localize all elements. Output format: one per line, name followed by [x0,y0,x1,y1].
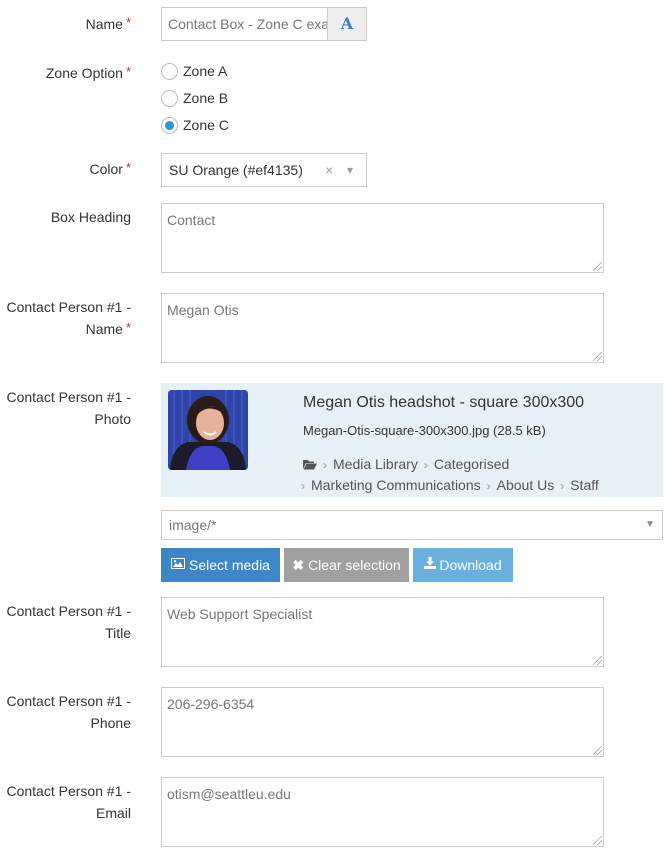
color-selected-value: SU Orange (#ef4135) [169,162,303,178]
font-style-icon[interactable]: A [327,7,367,41]
contact-name-value: Megan Otis [167,302,239,318]
media-file-info: Megan-Otis-square-300x300.jpg (28.5 kB) [303,423,546,438]
breadcrumb-separator: › [486,479,491,493]
breadcrumb-separator: › [423,458,428,472]
resize-handle[interactable] [593,836,602,845]
contact-title-label: Contact Person #1 - Title [6,600,131,644]
required-mark: * [125,15,131,30]
label-line-2: Photo [94,411,131,427]
breadcrumb-item[interactable]: Marketing Communications [311,477,481,493]
radio-button[interactable] [161,89,178,107]
color-label: Color * [89,158,131,181]
color-label-text: Color [89,161,123,177]
label-line-1: Contact Person #1 - [6,693,131,709]
breadcrumb-item[interactable]: Staff [570,477,599,493]
breadcrumb-separator: › [301,479,305,493]
contact-photo-label: Contact Person #1 - Photo [6,386,131,430]
contact-phone-textarea[interactable]: 206-296-6354 [161,687,604,757]
label-line-2: Title [105,625,131,641]
download-button[interactable]: Download [413,548,513,582]
label-line-2: Name [85,321,123,337]
radio-zone-a[interactable]: Zone A [161,61,227,81]
breadcrumb-separator: › [323,458,327,472]
media-breadcrumb-line-2: › Marketing Communications › About Us › Staff [301,477,599,493]
clear-selection-button[interactable]: ✖ Clear selection [284,548,409,582]
media-thumbnail[interactable] [168,390,248,470]
contact-title-textarea[interactable]: Web Support Specialist [161,597,604,667]
contact-email-value: otism@seattleu.edu [167,786,291,802]
resize-handle[interactable] [593,352,602,361]
contact-phone-label: Contact Person #1 - Phone [6,690,131,734]
times-icon: ✖ [292,557,305,573]
breadcrumb-item[interactable]: Categorised [434,456,510,472]
required-mark: * [125,64,131,79]
color-select[interactable]: SU Orange (#ef4135) × ▾ [161,153,367,187]
media-title: Megan Otis headshot - square 300x300 [303,394,585,411]
resize-handle[interactable] [593,746,602,755]
radio-zone-c[interactable]: Zone C [161,115,229,135]
folder-open-icon [303,457,317,473]
type-filter-value: image/* [169,517,217,533]
download-label: Download [439,557,502,573]
caret-down-icon: ▼ [645,519,655,530]
resize-handle[interactable] [593,262,602,271]
download-icon [424,547,437,581]
zone-option-label-text: Zone Option [45,65,123,81]
resize-handle[interactable] [593,656,602,665]
contact-email-label: Contact Person #1 - Email [6,780,131,824]
label-line-1: Contact Person #1 - [6,603,131,619]
label-line-1: Contact Person #1 - [6,389,131,405]
zone-option-label: Zone Option * [46,62,131,85]
radio-label: Zone A [183,63,228,79]
box-heading-value: Contact [167,212,216,228]
contact-phone-value: 206-296-6354 [167,696,255,712]
radio-label: Zone B [183,90,229,106]
breadcrumb-item[interactable]: Media Library [333,456,418,472]
headshot-image [168,390,248,470]
name-label: Name * [86,13,131,36]
chevron-down-icon[interactable]: ▾ [347,154,353,186]
box-heading-label-text: Box Heading [50,209,131,225]
required-mark: * [125,160,131,175]
media-preview-panel: Megan Otis headshot - square 300x300 Meg… [161,383,663,497]
breadcrumb-separator: › [560,479,565,493]
breadcrumb-item[interactable]: About Us [497,477,555,493]
radio-button[interactable] [161,62,178,80]
media-type-filter-select[interactable]: image/* ▼ [161,510,663,540]
radio-zone-b[interactable]: Zone B [161,88,228,108]
label-line-1: Contact Person #1 - [6,299,131,315]
clear-selection-label: Clear selection [308,557,401,573]
image-icon [171,547,186,581]
radio-label: Zone C [183,117,229,133]
label-line-2: Phone [90,715,131,731]
contact-name-textarea[interactable]: Megan Otis [161,293,604,363]
label-line-2: Email [95,805,131,821]
label-line-1: Contact Person #1 - [6,783,131,799]
name-input[interactable]: Contact Box - Zone C exa [161,7,328,41]
box-heading-label: Box Heading [51,206,131,228]
box-heading-textarea[interactable]: Contact [161,203,604,273]
media-breadcrumb: › Media Library › Categorised [303,456,509,473]
name-input-group: Contact Box - Zone C exa A [161,7,367,41]
select-media-button[interactable]: Select media [161,548,280,582]
contact-name-label: Contact Person #1 - Name * [6,296,131,341]
required-mark: * [125,320,131,335]
contact-title-value: Web Support Specialist [167,606,313,622]
contact-email-textarea[interactable]: otism@seattleu.edu [161,777,604,847]
clear-icon[interactable]: × [325,154,333,186]
radio-button-checked[interactable] [161,116,178,134]
select-media-label: Select media [189,557,270,573]
name-label-text: Name [85,16,123,32]
